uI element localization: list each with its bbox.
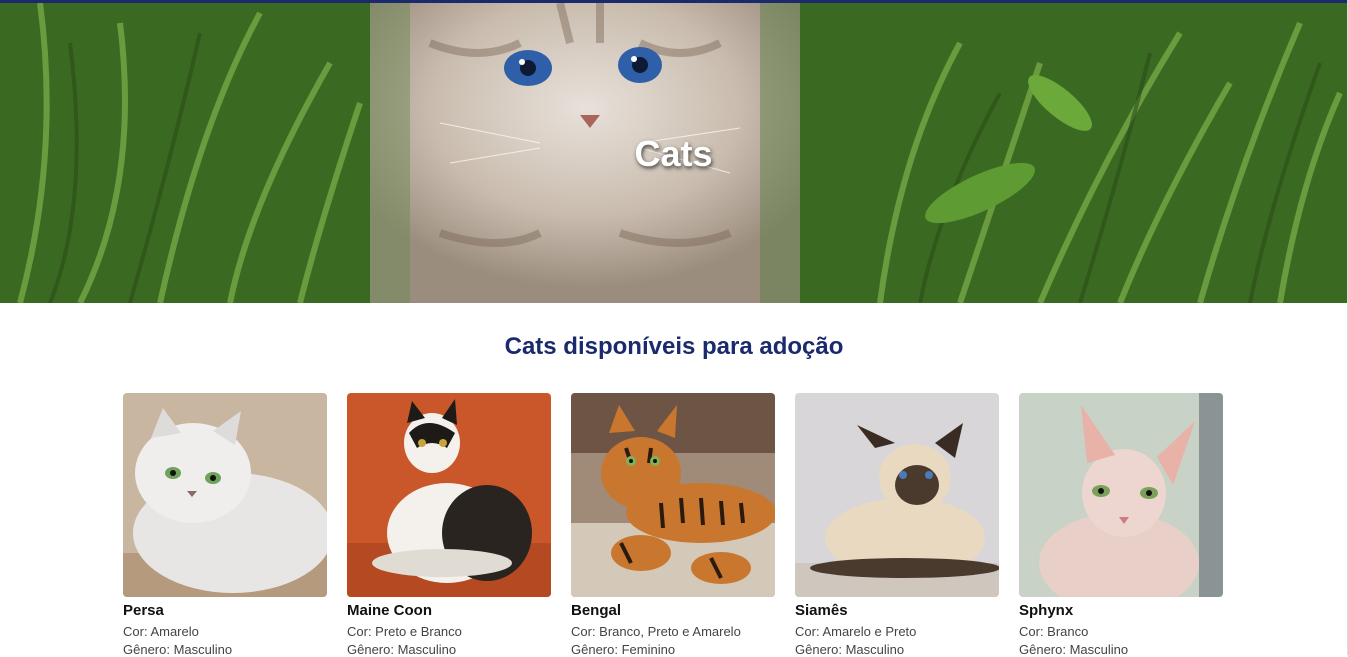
cat-card[interactable]: Siamês Cor: Amarelo e Preto Gênero: Masc…	[795, 393, 999, 657]
cat-name: Persa	[123, 602, 164, 619]
cat-card[interactable]: Persa Cor: Amarelo Gênero: Masculino	[123, 393, 327, 657]
hero-title: Cats	[634, 133, 713, 174]
cat-color: Cor: Preto e Branco	[347, 624, 462, 639]
cat-card-list: Persa Cor: Amarelo Gênero: Masculino Mai…	[123, 393, 1223, 657]
cat-photo-image	[347, 393, 551, 597]
cat-card[interactable]: Maine Coon Cor: Preto e Branco Gênero: M…	[347, 393, 551, 657]
cat-name: Maine Coon	[347, 602, 432, 619]
cat-photo[interactable]	[571, 393, 775, 597]
cat-photo[interactable]	[347, 393, 551, 597]
cat-photo-image	[571, 393, 775, 597]
cat-color: Cor: Amarelo e Preto	[795, 624, 917, 639]
cat-card[interactable]: Sphynx Cor: Branco Gênero: Masculino	[1019, 393, 1223, 657]
cat-photo-image	[123, 393, 327, 597]
cat-name: Siamês	[795, 602, 848, 619]
cat-photo-image	[1019, 393, 1223, 597]
cat-photo[interactable]	[123, 393, 327, 597]
cat-photo-image	[795, 393, 999, 597]
cat-color: Cor: Branco, Preto e Amarelo	[571, 624, 741, 639]
cat-card[interactable]: Bengal Cor: Branco, Preto e Amarelo Gêne…	[571, 393, 775, 657]
cat-name: Bengal	[571, 602, 622, 619]
cat-color: Cor: Amarelo	[123, 624, 199, 639]
section-title: Cats disponíveis para adoção	[504, 333, 844, 360]
cat-color: Cor: Branco	[1019, 624, 1089, 639]
cat-photo[interactable]	[1019, 393, 1223, 597]
cat-photo[interactable]	[795, 393, 999, 597]
cat-name: Sphynx	[1019, 602, 1074, 619]
hero-banner: Cats	[0, 3, 1347, 303]
